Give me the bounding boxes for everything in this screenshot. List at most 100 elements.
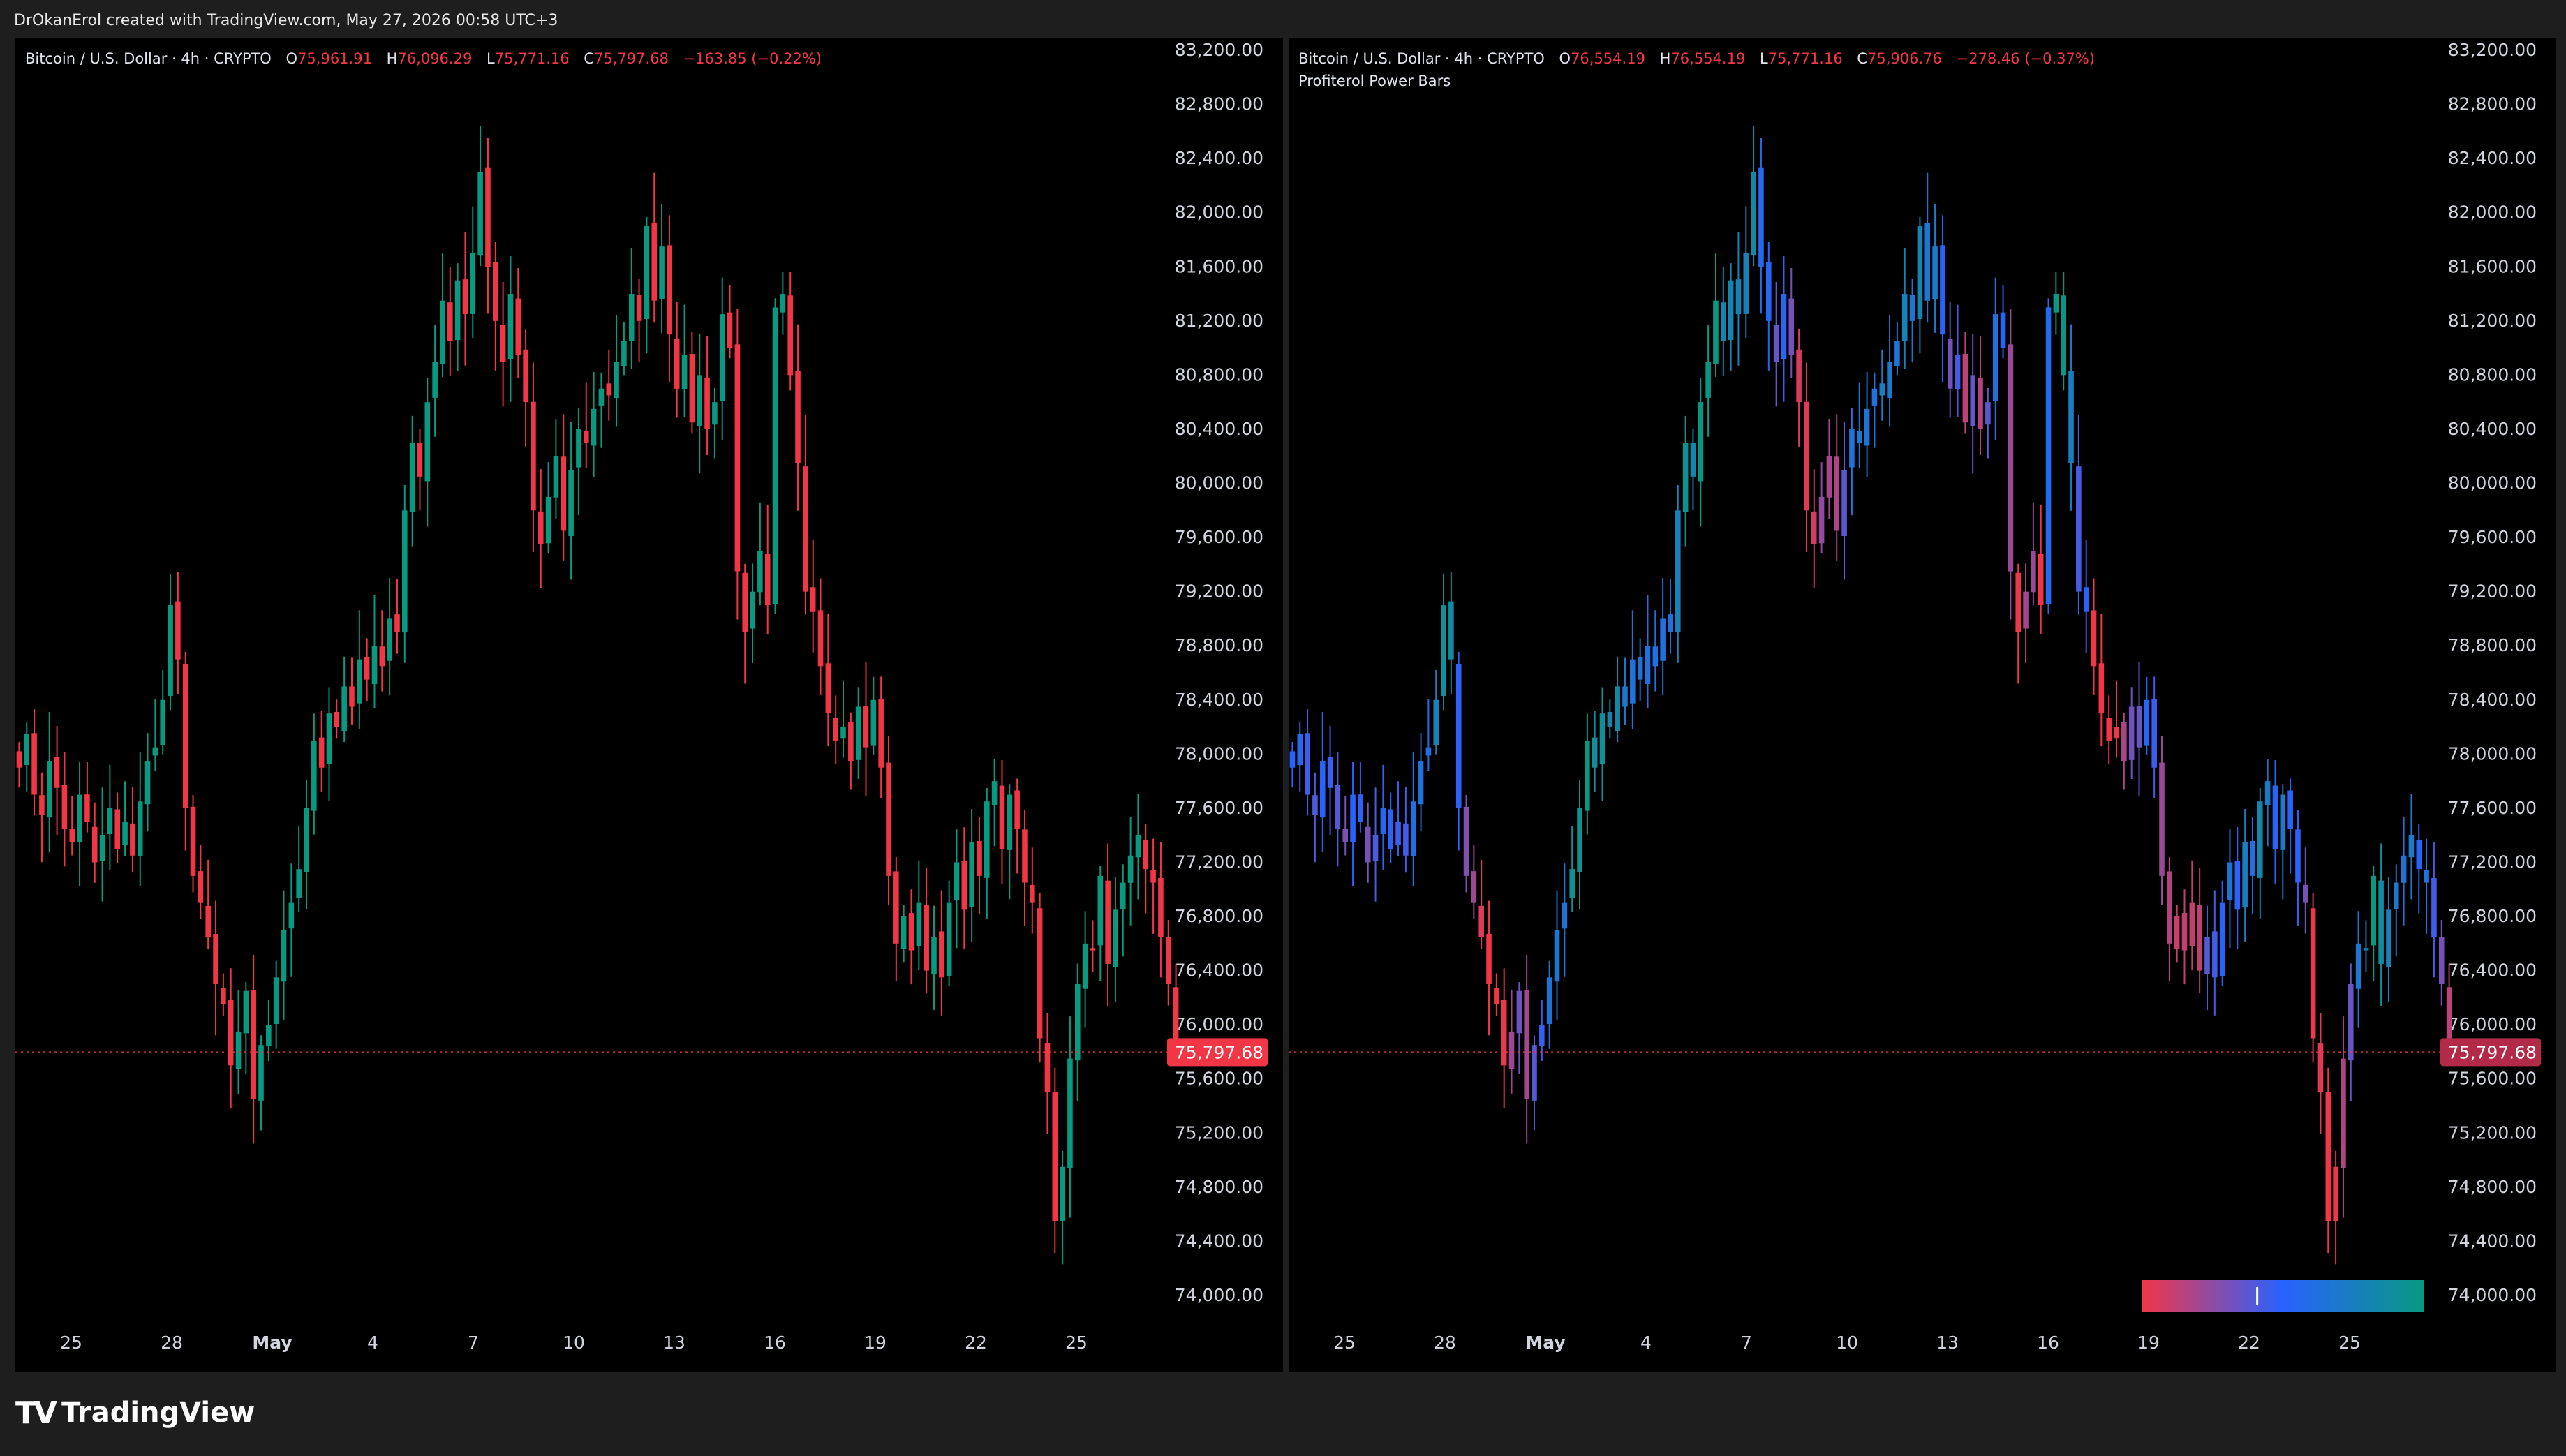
right-candle-body[interactable] (1350, 794, 1356, 842)
left-candle-body[interactable] (515, 298, 521, 355)
right-candle-body[interactable] (1501, 1000, 1507, 1066)
left-candle-body[interactable] (991, 781, 998, 805)
right-candle-body[interactable] (2136, 706, 2142, 748)
right-candle-body[interactable] (2106, 718, 2112, 741)
left-candle-body[interactable] (243, 990, 249, 1034)
left-candle-body[interactable] (1037, 908, 1043, 1039)
left-candle-body[interactable] (281, 930, 287, 982)
right-candle-body[interactable] (2181, 913, 2188, 951)
right-candle-body[interactable] (1682, 443, 1689, 512)
left-candle-body[interactable] (931, 937, 937, 975)
left-candle-body[interactable] (16, 751, 22, 768)
right-candle-body[interactable] (1395, 822, 1401, 845)
left-candle-body[interactable] (477, 172, 483, 256)
left-candle-body[interactable] (160, 699, 165, 745)
left-candle-body[interactable] (833, 718, 838, 741)
left-candle-body[interactable] (908, 913, 914, 951)
right-candle-body[interactable] (2114, 727, 2119, 739)
left-candle-body[interactable] (598, 388, 605, 406)
left-candle-body[interactable] (318, 737, 325, 768)
left-candle-body[interactable] (296, 869, 302, 898)
right-candle-body[interactable] (2341, 1058, 2346, 1168)
left-candle-body[interactable] (1120, 882, 1126, 909)
right-candle-body[interactable] (1441, 605, 1446, 697)
left-candle-body[interactable] (939, 931, 944, 978)
left-candle-body[interactable] (84, 794, 90, 822)
right-candle-body[interactable] (2204, 937, 2210, 975)
left-candle-body[interactable] (357, 659, 362, 704)
left-candle-body[interactable] (591, 408, 597, 446)
right-candle-body[interactable] (1516, 990, 1522, 1034)
left-candle-body[interactable] (492, 262, 498, 321)
left-candle-body[interactable] (531, 401, 536, 511)
right-candle-body[interactable] (1305, 733, 1310, 795)
right-candle-body[interactable] (2128, 706, 2135, 760)
right-candle-body[interactable] (2121, 722, 2127, 762)
left-candle-body[interactable] (636, 295, 642, 321)
right-candle-body[interactable] (2348, 984, 2354, 1061)
right-candle-body[interactable] (1796, 349, 1802, 403)
right-candle-body[interactable] (1403, 823, 1409, 856)
right-candle-body[interactable] (2008, 344, 2014, 572)
right-candle-body[interactable] (1698, 402, 1704, 482)
right-candle-body[interactable] (1962, 354, 1968, 423)
right-candle-body[interactable] (1781, 294, 1787, 359)
right-candle-body[interactable] (2317, 1043, 2324, 1093)
right-candle-body[interactable] (2363, 948, 2369, 951)
right-candle-body[interactable] (1433, 699, 1439, 745)
left-candle-body[interactable] (107, 808, 113, 834)
left-candle-body[interactable] (1030, 884, 1035, 903)
right-candle-body[interactable] (2333, 1166, 2338, 1221)
right-candle-body[interactable] (2219, 902, 2225, 976)
right-candle-body[interactable] (2295, 829, 2301, 883)
left-candle-body[interactable] (727, 312, 733, 348)
left-candle-body[interactable] (886, 762, 891, 876)
left-candle-body[interactable] (61, 785, 68, 829)
right-candle-body[interactable] (1463, 806, 1469, 876)
right-candle-body[interactable] (1758, 167, 1764, 267)
right-candle-body[interactable] (1947, 338, 1953, 389)
right-candle-body[interactable] (1978, 377, 1983, 429)
right-candle-body[interactable] (1562, 902, 1568, 929)
left-candle-body[interactable] (545, 496, 551, 544)
left-candle-body[interactable] (659, 246, 665, 299)
left-candle-body[interactable] (651, 223, 658, 301)
left-candle-body[interactable] (810, 587, 816, 612)
right-candle-body[interactable] (2091, 610, 2097, 667)
right-candle-body[interactable] (1894, 341, 1900, 366)
right-candle-body[interactable] (1455, 664, 1462, 808)
right-candle-body[interactable] (2045, 307, 2052, 604)
left-candle-body[interactable] (266, 1025, 272, 1046)
left-candle-body[interactable] (795, 371, 801, 463)
left-candle-body[interactable] (213, 934, 218, 984)
right-candle-body[interactable] (2053, 294, 2059, 313)
right-candle-body[interactable] (1645, 646, 1651, 685)
left-candle-body[interactable] (273, 977, 279, 1025)
right-candle-body[interactable] (2280, 794, 2286, 850)
right-candle-body[interactable] (1342, 828, 1349, 842)
right-candle-body[interactable] (1955, 355, 1961, 389)
left-candle-body[interactable] (130, 823, 135, 856)
left-candle-body[interactable] (402, 510, 408, 633)
left-candle-body[interactable] (1067, 1058, 1073, 1168)
right-candle-body[interactable] (2272, 785, 2278, 849)
right-candle-body[interactable] (2167, 871, 2172, 944)
left-candle-body[interactable] (689, 354, 695, 423)
left-candle-body[interactable] (984, 801, 990, 878)
left-candle-body[interactable] (704, 377, 710, 429)
right-candle-body[interactable] (1675, 510, 1681, 633)
left-candle-body[interactable] (198, 871, 204, 903)
right-candle-body[interactable] (1713, 300, 1719, 364)
right-candle-body[interactable] (1524, 990, 1529, 1099)
right-candle-body[interactable] (1660, 618, 1666, 661)
right-candle-body[interactable] (2416, 839, 2422, 870)
left-price-chart[interactable]: 83,200.00 82,800.00 82,400.00 82,000.00 81,6… (15, 38, 1283, 1372)
left-candle-body[interactable] (1082, 943, 1088, 989)
left-candle-body[interactable] (447, 302, 453, 341)
left-candle-body[interactable] (674, 338, 680, 389)
left-candle-body[interactable] (848, 722, 854, 762)
left-candle-body[interactable] (46, 761, 52, 818)
right-candle-body[interactable] (1985, 402, 1991, 425)
right-candle-body[interactable] (2303, 884, 2308, 903)
left-candle-body[interactable] (1127, 855, 1134, 883)
